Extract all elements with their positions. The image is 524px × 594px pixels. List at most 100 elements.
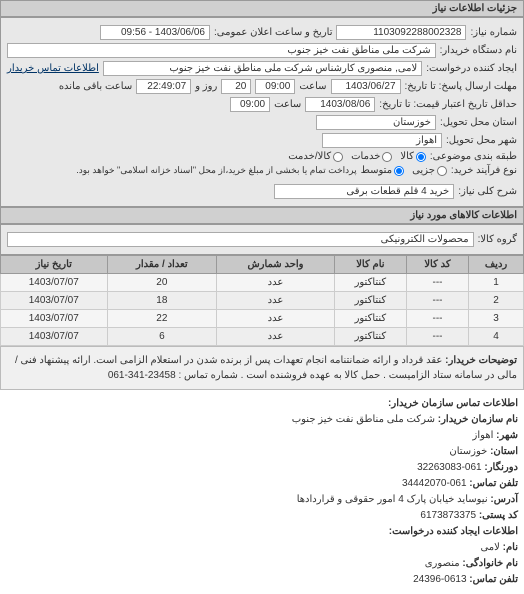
- process-small-radio[interactable]: [394, 166, 404, 176]
- remaining-time-label: ساعت باقی مانده: [59, 81, 132, 92]
- need-title-field: خرید 4 قلم قطعات برقی: [274, 184, 454, 199]
- buyer-org-label: نام دستگاه خریدار:: [440, 45, 517, 56]
- remaining-days-label: روز و: [195, 81, 217, 92]
- contact-org-label: نام سازمان خریدار:: [438, 414, 518, 425]
- requester-lname-label: نام:: [503, 542, 518, 553]
- process-type-label: نوع فرآیند خرید:: [451, 165, 517, 176]
- deadline-time-label: ساعت: [299, 81, 326, 92]
- process-partial-radio[interactable]: [437, 166, 447, 176]
- contact-section: اطلاعات تماس سازمان خریدار: نام سازمان خ…: [0, 390, 524, 594]
- contact-address-label: آدرس:: [490, 494, 518, 505]
- category-khadamat[interactable]: خدمات: [351, 151, 392, 162]
- contact-city: اهواز: [473, 430, 494, 441]
- cell-date: 1403/07/07: [1, 292, 108, 310]
- category-kala-khadamat-radio[interactable]: [333, 152, 343, 162]
- category-khadamat-label: خدمات: [351, 151, 380, 162]
- th-date: تاریخ نیاز: [1, 256, 108, 274]
- table-row: 2---کنتاکتورعدد181403/07/07: [1, 292, 524, 310]
- th-row: ردیف: [469, 256, 524, 274]
- items-table: ردیف کد کالا نام کالا واحد شمارش تعداد /…: [0, 255, 524, 346]
- buyer-notes-box: توضیحات خریدار: عقد قرداد و ارائه ضمانتن…: [0, 346, 524, 390]
- cell-row: 2: [469, 292, 524, 310]
- cell-name: کنتاکتور: [334, 292, 406, 310]
- need-number-field: 1103092288002328: [336, 25, 466, 40]
- process-partial-label: جزیی: [412, 165, 435, 176]
- contact-province: خوزستان: [449, 446, 487, 457]
- validity-time-label: ساعت: [274, 99, 301, 110]
- cell-code: ---: [406, 328, 468, 346]
- cell-row: 3: [469, 310, 524, 328]
- requester-fname-label: نام خانوادگی:: [462, 558, 518, 569]
- deadline-date-field: 1403/06/27: [331, 79, 401, 94]
- requester-info-header: اطلاعات ایجاد کننده درخواست:: [389, 526, 518, 537]
- contact-header: اطلاعات تماس سازمان خریدار:: [388, 398, 518, 409]
- process-partial[interactable]: جزیی: [412, 165, 447, 176]
- cell-qty: 22: [107, 310, 217, 328]
- cell-unit: عدد: [217, 310, 335, 328]
- contact-fax: 061-32263083: [417, 462, 482, 473]
- buyer-notes-label: توضیحات خریدار:: [445, 355, 517, 366]
- table-row: 4---کنتاکتورعدد61403/07/07: [1, 328, 524, 346]
- cell-unit: عدد: [217, 292, 335, 310]
- requester-field: لامی, منصوری کارشناس شرکت ملی مناطق نفت …: [103, 61, 422, 76]
- category-radio-group: کالا خدمات کالا/خدمت: [288, 151, 426, 162]
- remaining-time-field: 22:49:07: [136, 79, 191, 94]
- buyer-org-field: شرکت ملی مناطق نفت خیز جنوب: [7, 43, 436, 58]
- cell-qty: 18: [107, 292, 217, 310]
- cell-unit: عدد: [217, 328, 335, 346]
- contact-address: نیوساید خیابان پارک 4 امور حقوقی و قرارد…: [297, 494, 488, 505]
- delivery-city-field: اهواز: [322, 133, 442, 148]
- category-label: طبقه بندی موضوعی:: [430, 151, 517, 162]
- th-unit: واحد شمارش: [217, 256, 335, 274]
- validity-date-field: 1403/08/06: [305, 97, 375, 112]
- category-kala-khadamat[interactable]: کالا/خدمت: [288, 151, 343, 162]
- page-title: جزئیات اطلاعات نیاز: [0, 0, 524, 17]
- contact-org: شرکت ملی مناطق نفت خیز جنوب: [292, 414, 435, 425]
- cell-row: 4: [469, 328, 524, 346]
- cell-name: کنتاکتور: [334, 310, 406, 328]
- category-kala-label: کالا: [400, 151, 414, 162]
- cell-date: 1403/07/07: [1, 328, 108, 346]
- items-panel: گروه کالا: محصولات الکترونیکی: [0, 224, 524, 255]
- group-label: گروه کالا:: [478, 234, 517, 245]
- need-title-label: شرح کلی نیاز:: [458, 186, 517, 197]
- validity-label: حداقل تاریخ اعتبار قیمت: تا تاریخ:: [379, 99, 517, 110]
- contact-postal-label: کد پستی:: [479, 510, 518, 521]
- delivery-province-field: خوزستان: [316, 115, 436, 130]
- process-small-label: متوسط: [361, 165, 392, 176]
- group-field: محصولات الکترونیکی: [7, 232, 474, 247]
- process-small[interactable]: متوسط: [361, 165, 404, 176]
- cell-code: ---: [406, 310, 468, 328]
- cell-qty: 6: [107, 328, 217, 346]
- requester-label: ایجاد کننده درخواست:: [426, 63, 517, 74]
- delivery-city-label: شهر محل تحویل:: [446, 135, 517, 146]
- requester-lname: لامی: [480, 542, 499, 553]
- category-kala-khadamat-label: کالا/خدمت: [288, 151, 331, 162]
- category-kala[interactable]: کالا: [400, 151, 426, 162]
- contact-city-label: شهر:: [496, 430, 518, 441]
- table-row: 1---کنتاکتورعدد201403/07/07: [1, 274, 524, 292]
- cell-code: ---: [406, 274, 468, 292]
- category-kala-radio[interactable]: [416, 152, 426, 162]
- cell-date: 1403/07/07: [1, 310, 108, 328]
- th-name: نام کالا: [334, 256, 406, 274]
- contact-postal: 6173873375: [420, 510, 476, 521]
- deadline-label: مهلت ارسال پاسخ: تا تاریخ:: [405, 81, 517, 92]
- th-code: کد کالا: [406, 256, 468, 274]
- process-radio-group: جزیی متوسط: [361, 165, 447, 176]
- items-section-header: اطلاعات کالاهای مورد نیاز: [0, 207, 524, 224]
- contact-fax-label: دورنگار:: [484, 462, 518, 473]
- table-row: 3---کنتاکتورعدد221403/07/07: [1, 310, 524, 328]
- contact-province-label: استان:: [490, 446, 518, 457]
- process-note: پرداخت تمام یا بخشی از مبلغ خرید،از محل …: [76, 165, 356, 176]
- buyer-contact-link[interactable]: اطلاعات تماس خریدار: [7, 63, 99, 74]
- cell-unit: عدد: [217, 274, 335, 292]
- cell-row: 1: [469, 274, 524, 292]
- category-khadamat-radio[interactable]: [382, 152, 392, 162]
- cell-date: 1403/07/07: [1, 274, 108, 292]
- buyer-notes-text: عقد قرداد و ارائه ضمانتنامه انجام تعهدات…: [15, 355, 517, 381]
- validity-time-field: 09:00: [230, 97, 270, 112]
- need-number-label: شماره نیاز:: [470, 27, 517, 38]
- contact-phone-label: تلفن تماس:: [469, 478, 518, 489]
- requester-fname: منصوری: [425, 558, 460, 569]
